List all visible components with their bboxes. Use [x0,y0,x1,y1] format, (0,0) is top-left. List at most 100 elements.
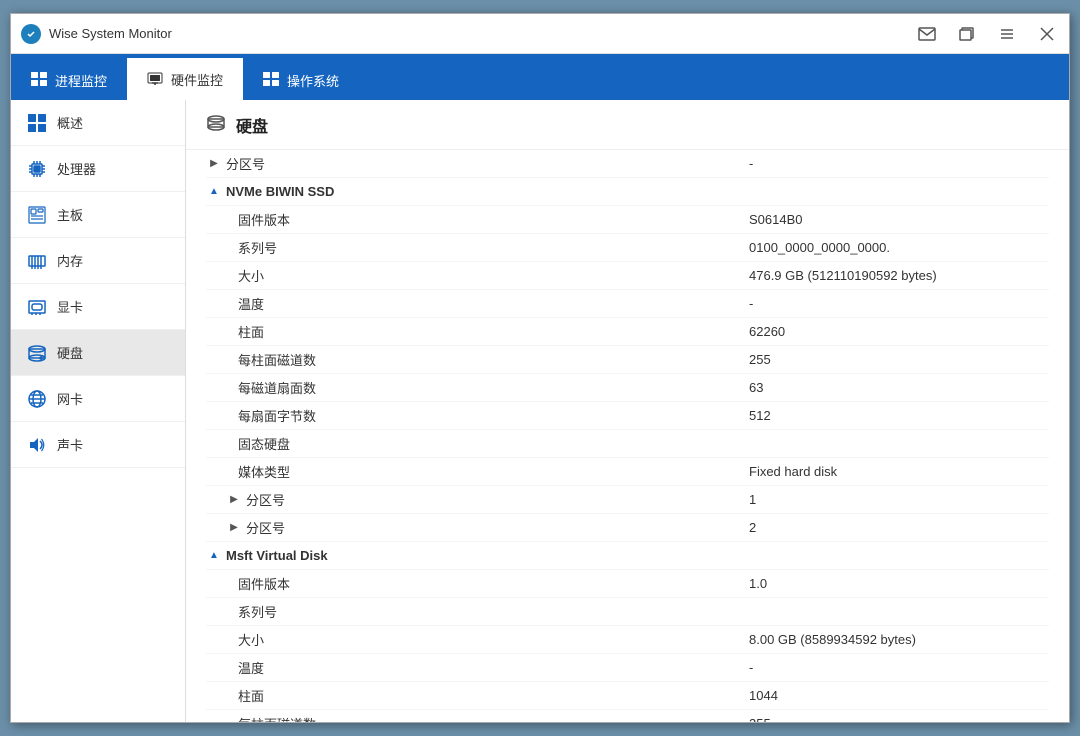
size1-label: 大小 [238,266,749,285]
tab-hardware[interactable]: 硬件监控 [127,58,243,100]
size2-label: 大小 [238,630,749,649]
row-serial2: 系列号 [206,598,1049,626]
title-bar: Wise System Monitor [11,14,1069,54]
serial1-label: 系列号 [238,238,749,257]
expand-nvme[interactable]: ▲ [206,184,222,200]
row-temp1: 温度 - [206,290,1049,318]
content-header: 硬盘 [186,100,1069,150]
disk-label: 硬盘 [57,343,83,362]
sidebar-item-network[interactable]: 网卡 [11,376,185,422]
tab-os[interactable]: 操作系统 [243,60,359,100]
temp2-label: 温度 [238,658,749,677]
logo-icon [25,28,37,40]
row-serial1: 系列号 0100_0000_0000_0000. [206,234,1049,262]
row-partition1b[interactable]: ▶ 分区号 2 [206,514,1049,542]
cylinder2-label: 柱面 [238,686,749,705]
sidebar-item-gpu[interactable]: 显卡 [11,284,185,330]
bytes1-value: 512 [749,408,1049,423]
size2-value: 8.00 GB (8589934592 bytes) [749,632,1049,647]
tab-process[interactable]: 进程监控 [11,60,127,100]
mail-button[interactable] [915,22,939,46]
sidebar-item-cpu[interactable]: 处理器 [11,146,185,192]
section-nvme[interactable]: ▲ NVMe BIWIN SSD [206,178,1049,206]
row-bytes1: 每扇面字节数 512 [206,402,1049,430]
gpu-icon [27,297,47,317]
process-tab-icon [31,72,47,89]
hardware-tab-icon [147,71,163,88]
motherboard-icon [27,205,47,225]
row-tracks2: 每柱面磁道数 255 [206,710,1049,722]
expand-partial[interactable]: ▶ [206,156,222,172]
row-size1: 大小 476.9 GB (512110190592 bytes) [206,262,1049,290]
firmware2-label: 固件版本 [238,574,749,593]
row-size2: 大小 8.00 GB (8589934592 bytes) [206,626,1049,654]
tab-process-label: 进程监控 [55,71,107,90]
audio-label: 声卡 [57,435,83,454]
close-button[interactable] [1035,22,1059,46]
size1-value: 476.9 GB (512110190592 bytes) [749,268,1049,283]
tab-os-label: 操作系统 [287,71,339,90]
sidebar-item-audio[interactable]: 声卡 [11,422,185,468]
row-tracks1: 每柱面磁道数 255 [206,346,1049,374]
partition1b-label: 分区号 [246,518,749,537]
cpu-icon [27,159,47,179]
app-title: Wise System Monitor [49,26,172,41]
serial1-value: 0100_0000_0000_0000. [749,240,1049,255]
row-cylinder1: 柱面 62260 [206,318,1049,346]
section-msft[interactable]: ▲ Msft Virtual Disk [206,542,1049,570]
sidebar-item-disk[interactable]: 硬盘 [11,330,185,376]
expand-partition1a[interactable]: ▶ [226,492,242,508]
main-area: 概述 处理器 [11,100,1069,722]
firmware2-value: 1.0 [749,576,1049,591]
temp1-label: 温度 [238,294,749,313]
row-mediatype1: 媒体类型 Fixed hard disk [206,458,1049,486]
cylinder1-label: 柱面 [238,322,749,341]
row-firmware1: 固件版本 S0614B0 [206,206,1049,234]
sectors1-label: 每磁道扇面数 [238,378,749,397]
menu-button[interactable] [995,22,1019,46]
sidebar-item-motherboard[interactable]: 主板 [11,192,185,238]
overview-label: 概述 [57,113,83,132]
firmware1-label: 固件版本 [238,210,749,229]
partition1b-value: 2 [749,520,1049,535]
ssd1-label: 固态硬盘 [238,434,749,453]
partition1a-label: 分区号 [246,490,749,509]
motherboard-label: 主板 [57,205,83,224]
restore-button[interactable] [955,22,979,46]
cylinder1-value: 62260 [749,324,1049,339]
content-header-icon [206,112,226,137]
network-icon [27,389,47,409]
memory-icon [27,251,47,271]
cpu-label: 处理器 [57,159,96,178]
temp1-value: - [749,296,1049,311]
sidebar-item-overview[interactable]: 概述 [11,100,185,146]
tab-hardware-label: 硬件监控 [171,70,223,89]
tracks2-label: 每柱面磁道数 [238,714,749,722]
disk-icon [27,343,47,363]
partial-value: - [749,156,1049,171]
partition1a-value: 1 [749,492,1049,507]
tracks1-label: 每柱面磁道数 [238,350,749,369]
audio-icon [27,435,47,455]
tracks2-value: 255 [749,716,1049,722]
mediatype1-value: Fixed hard disk [749,464,1049,479]
overview-icon [27,113,47,133]
serial2-label: 系列号 [238,602,749,621]
row-partition1a[interactable]: ▶ 分区号 1 [206,486,1049,514]
row-sectors1: 每磁道扇面数 63 [206,374,1049,402]
tab-bar: 进程监控 硬件监控 操作系统 [11,54,1069,100]
network-label: 网卡 [57,389,83,408]
row-ssd1: 固态硬盘 [206,430,1049,458]
app-logo [21,24,41,44]
content-area: 硬盘 ▶ 分区号 - ▲ NVMe BIWIN SSD 固件版本 S0614 [186,100,1069,722]
sidebar-item-memory[interactable]: 内存 [11,238,185,284]
row-firmware2: 固件版本 1.0 [206,570,1049,598]
expand-partition1b[interactable]: ▶ [226,520,242,536]
temp2-value: - [749,660,1049,675]
partial-label: 分区号 [226,154,749,173]
sidebar: 概述 处理器 [11,100,186,722]
window-controls [915,22,1059,46]
expand-msft[interactable]: ▲ [206,548,222,564]
sectors1-value: 63 [749,380,1049,395]
row-temp2: 温度 - [206,654,1049,682]
